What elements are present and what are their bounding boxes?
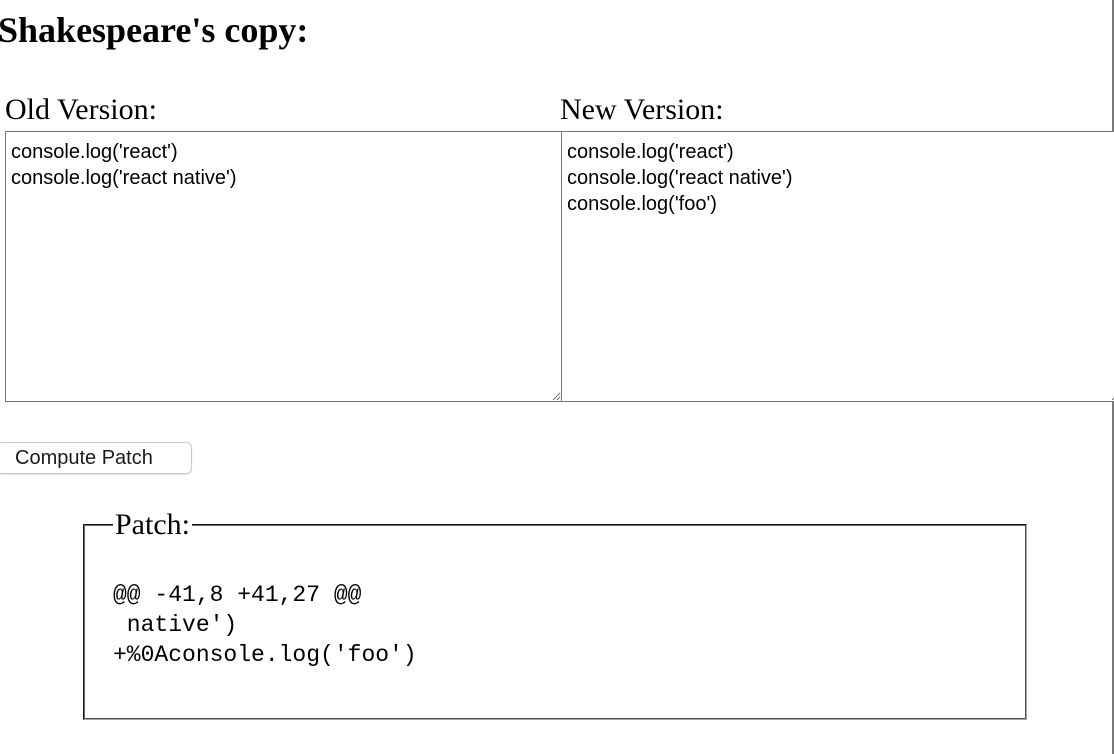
compute-patch-button[interactable]: Compute Patch — [0, 442, 192, 474]
new-version-label: New Version: — [560, 93, 724, 126]
new-version-textarea[interactable]: console.log('react') console.log('react … — [561, 131, 1114, 402]
patch-legend: Patch: — [115, 508, 190, 541]
patch-fieldset: Patch: @@ -41,8 +41,27 @@ native') +%0Ac… — [83, 510, 1027, 720]
patch-output: @@ -41,8 +41,27 @@ native') +%0Aconsole.… — [113, 582, 417, 668]
page-title: Shakespeare's copy: — [0, 10, 309, 50]
old-version-label: Old Version: — [5, 93, 157, 126]
old-version-textarea[interactable]: console.log('react') console.log('react … — [5, 131, 562, 402]
